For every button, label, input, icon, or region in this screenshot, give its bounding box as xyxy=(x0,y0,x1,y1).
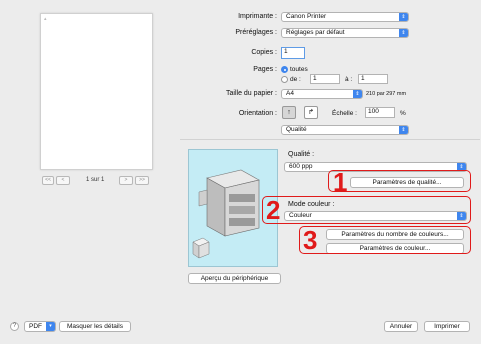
cancel-button[interactable]: Annuler xyxy=(384,321,418,332)
chevron-updown-icon: ⇕ xyxy=(399,126,408,134)
orientation-label: Orientation : xyxy=(238,110,277,117)
presets-select[interactable]: Réglages par défaut ⇕ xyxy=(281,28,409,38)
callout-box-3 xyxy=(299,226,471,254)
quality-value: 600 ppp xyxy=(289,163,313,170)
preview-corner-mark: ▴ xyxy=(44,16,47,22)
scale-label: Échelle : xyxy=(332,110,357,117)
panel-select-value: Qualité xyxy=(286,126,307,133)
pages-to-input[interactable]: 1 xyxy=(358,74,388,84)
last-page-button[interactable]: >> xyxy=(135,176,149,185)
printer-label: Imprimante : xyxy=(238,13,277,20)
chevron-down-icon: ▾ xyxy=(46,322,55,331)
pages-range-radio[interactable] xyxy=(281,76,288,83)
landscape-button[interactable]: ↱ xyxy=(304,106,318,119)
help-button[interactable]: ? xyxy=(10,322,19,331)
callout-box-2 xyxy=(262,196,471,224)
callout-number-3: 3 xyxy=(303,225,318,255)
print-button[interactable]: Imprimer xyxy=(424,321,470,332)
presets-value: Réglages par défaut xyxy=(286,29,345,36)
callout-number-1: 1 xyxy=(333,167,348,197)
printer-select[interactable]: Canon Printer ⇕ xyxy=(281,12,409,22)
pages-label: Pages : xyxy=(253,66,277,73)
page-indicator: 1 sur 1 xyxy=(86,177,105,183)
chevron-updown-icon: ⇕ xyxy=(353,90,362,98)
pdf-label: PDF xyxy=(29,323,42,330)
chevron-updown-icon: ⇕ xyxy=(399,29,408,37)
pages-all-label: toutes xyxy=(290,66,308,73)
first-page-button[interactable]: << xyxy=(42,176,54,185)
pages-from-label: de : xyxy=(290,76,301,83)
hide-details-button[interactable]: Masquer les détails xyxy=(59,321,131,332)
copies-input[interactable]: 1 xyxy=(281,47,305,59)
page-preview: ▴ xyxy=(40,13,153,170)
portrait-icon: ↑ xyxy=(287,109,291,116)
device-preview-button[interactable]: Aperçu du périphérique xyxy=(188,273,281,284)
panel-select[interactable]: Qualité ⇕ xyxy=(281,125,409,135)
pages-from-input[interactable]: 1 xyxy=(310,74,340,84)
callout-box-1 xyxy=(328,170,471,192)
pages-all-radio[interactable] xyxy=(281,66,288,73)
section-divider xyxy=(180,139,480,140)
copies-label: Copies : xyxy=(251,49,277,56)
paper-size-label: Taille du papier : xyxy=(226,90,277,97)
prev-page-button[interactable]: < xyxy=(56,176,70,185)
printer-value: Canon Printer xyxy=(286,13,327,20)
scale-input[interactable]: 100 xyxy=(365,107,395,118)
scale-unit: % xyxy=(400,110,406,117)
pdf-menu-button[interactable]: PDF ▾ xyxy=(24,321,56,332)
portrait-button[interactable]: ↑ xyxy=(282,106,296,119)
quality-label: Qualité : xyxy=(288,151,315,158)
presets-label: Préréglages : xyxy=(235,29,277,36)
paper-size-select[interactable]: A4 ⇕ xyxy=(281,89,363,99)
next-page-button[interactable]: > xyxy=(119,176,133,185)
landscape-icon: ↱ xyxy=(308,109,314,116)
pages-to-label: à : xyxy=(345,76,353,83)
callout-number-2: 2 xyxy=(266,195,281,225)
chevron-updown-icon: ⇕ xyxy=(399,13,408,21)
paper-dimensions: 210 par 297 mm xyxy=(366,91,407,97)
paper-size-value: A4 xyxy=(286,90,294,97)
